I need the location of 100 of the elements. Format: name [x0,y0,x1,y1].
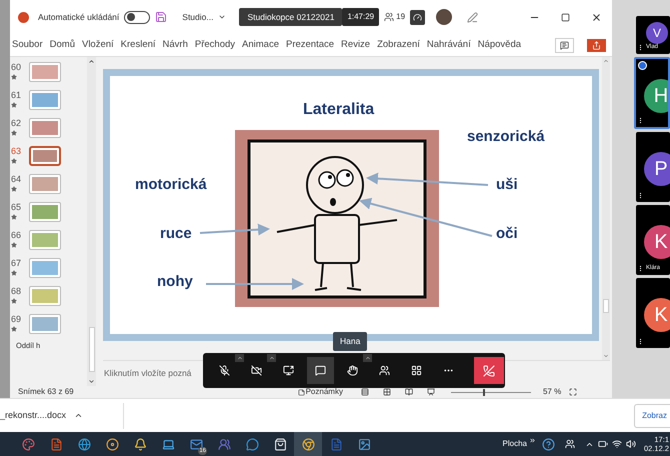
slide-label: oči [496,224,518,244]
fit-icon[interactable] [569,388,578,396]
chat-button[interactable] [307,357,334,384]
star-icon [11,74,17,80]
image-icon[interactable] [358,438,370,450]
bell-icon[interactable] [134,438,146,450]
participant-tile[interactable]: P [636,132,670,202]
battery-icon [598,439,608,449]
star-icon [11,242,17,248]
share-icon[interactable] [592,40,601,50]
browser-icon[interactable] [302,438,314,450]
show-all-button[interactable]: Zobraz [634,404,670,428]
slide-scrollbar[interactable] [602,57,610,360]
help-icon[interactable] [542,438,555,450]
gauge-icon[interactable] [413,12,422,22]
zoom-percent: 57 % [542,386,562,398]
microphone-icon[interactable] [219,365,230,376]
tile-view-icon[interactable] [411,365,422,376]
star-icon [11,214,17,220]
close-icon[interactable] [591,12,602,22]
menu-tab[interactable]: Soubor [12,38,43,52]
menu-tab[interactable]: Vložení [82,38,114,52]
pen-icon[interactable] [467,12,478,22]
slide-number: 64 [11,174,22,184]
normal-view-icon[interactable] [360,388,369,396]
toolbar-tooltip: Hana [333,332,368,351]
menu-tab[interactable]: Přechody [194,38,236,52]
hangup-icon[interactable] [483,364,495,376]
tile-menu-icon[interactable] [637,44,644,51]
slideshow-icon[interactable] [426,388,435,396]
thumbnail-scrollbar[interactable] [87,57,96,386]
slide-number: 62 [11,118,22,128]
people-icon[interactable] [564,439,575,449]
slide-label: uši [496,175,518,195]
scrollbar-thumb[interactable] [603,299,609,313]
participant-tile[interactable]: H [634,57,670,129]
save-icon[interactable] [155,11,168,23]
notes-placeholder[interactable]: Kliknutím vložíte pozná [103,367,192,380]
slide-thumbnail[interactable] [29,146,61,166]
menu-tab[interactable]: Animace [242,38,279,52]
laptop-icon[interactable] [162,438,174,450]
meeting-duration: 1:47:29 [342,8,380,26]
chat-icon[interactable] [315,365,326,376]
menu-tab[interactable]: Nahrávání [426,38,471,52]
star-icon [11,158,17,164]
camera-icon[interactable] [251,365,262,376]
menu-tab[interactable]: Revize [341,38,370,52]
palette-icon[interactable] [22,438,34,450]
tile-menu-icon[interactable] [637,265,644,272]
disc-icon[interactable] [106,438,118,450]
star-icon [11,130,17,136]
star-icon [11,186,17,192]
comment-icon[interactable] [560,40,569,50]
slide-label: motorická [135,175,207,195]
zoom-slider-thumb[interactable] [482,388,485,396]
shopping-bag-icon[interactable] [274,438,286,450]
menu-tab[interactable]: Domů [50,38,75,52]
scrollbar-thumb[interactable] [88,327,94,372]
chat-bubble-icon[interactable] [246,438,258,450]
share-button[interactable] [587,38,606,52]
reading-view-icon[interactable] [404,388,413,396]
caret-icon[interactable] [74,411,84,420]
slide-label: nohy [157,272,193,292]
connection-button[interactable] [410,10,426,24]
menu-tab[interactable]: Zobrazení [377,38,420,52]
star-icon [11,102,17,108]
meeting-title: Studiokopce 02122021 [239,8,342,26]
desktop-label[interactable]: Plocha [502,438,527,450]
tile-menu-icon[interactable] [637,117,644,124]
hangup-button[interactable] [474,357,504,384]
file-name[interactable]: Studio... [182,10,214,24]
menu-tab[interactable]: Kreslení [120,38,156,52]
screenshare-icon[interactable] [283,365,294,376]
tile-menu-icon[interactable] [637,338,644,345]
volume-icon [626,439,636,449]
scroll-up-icon[interactable] [88,58,95,65]
slide-counter: Snímek 63 z 69 [18,386,74,398]
caret-icon[interactable] [218,13,226,21]
autosave-toggle[interactable] [124,10,150,24]
autosave-label: Automatické ukládání [38,10,120,24]
raise-hand-icon[interactable] [347,365,358,376]
download-file-name[interactable]: _rekonstr....docx [0,408,66,422]
menu-tab[interactable]: Návrh [162,38,188,52]
globe-icon[interactable] [78,438,90,450]
comments-button[interactable] [555,38,574,52]
menu-tab[interactable]: Prezentace [286,38,334,52]
menu-tab[interactable]: Nápověda [478,38,522,52]
participant-count: 19 [396,11,406,23]
star-icon [11,298,17,304]
scroll-down-icon[interactable] [88,378,95,385]
avatar[interactable] [436,9,452,25]
chevron-icon[interactable] [528,436,536,444]
participants-icon[interactable] [379,365,390,376]
slide-number: 67 [11,258,22,268]
slide-number: 61 [11,90,22,100]
notes-button[interactable]: Poznámky [306,386,343,398]
maximize-icon[interactable] [561,12,570,22]
sorter-view-icon[interactable] [382,388,391,396]
tile-menu-icon[interactable] [637,192,644,199]
slide-number: 63 [11,146,22,156]
